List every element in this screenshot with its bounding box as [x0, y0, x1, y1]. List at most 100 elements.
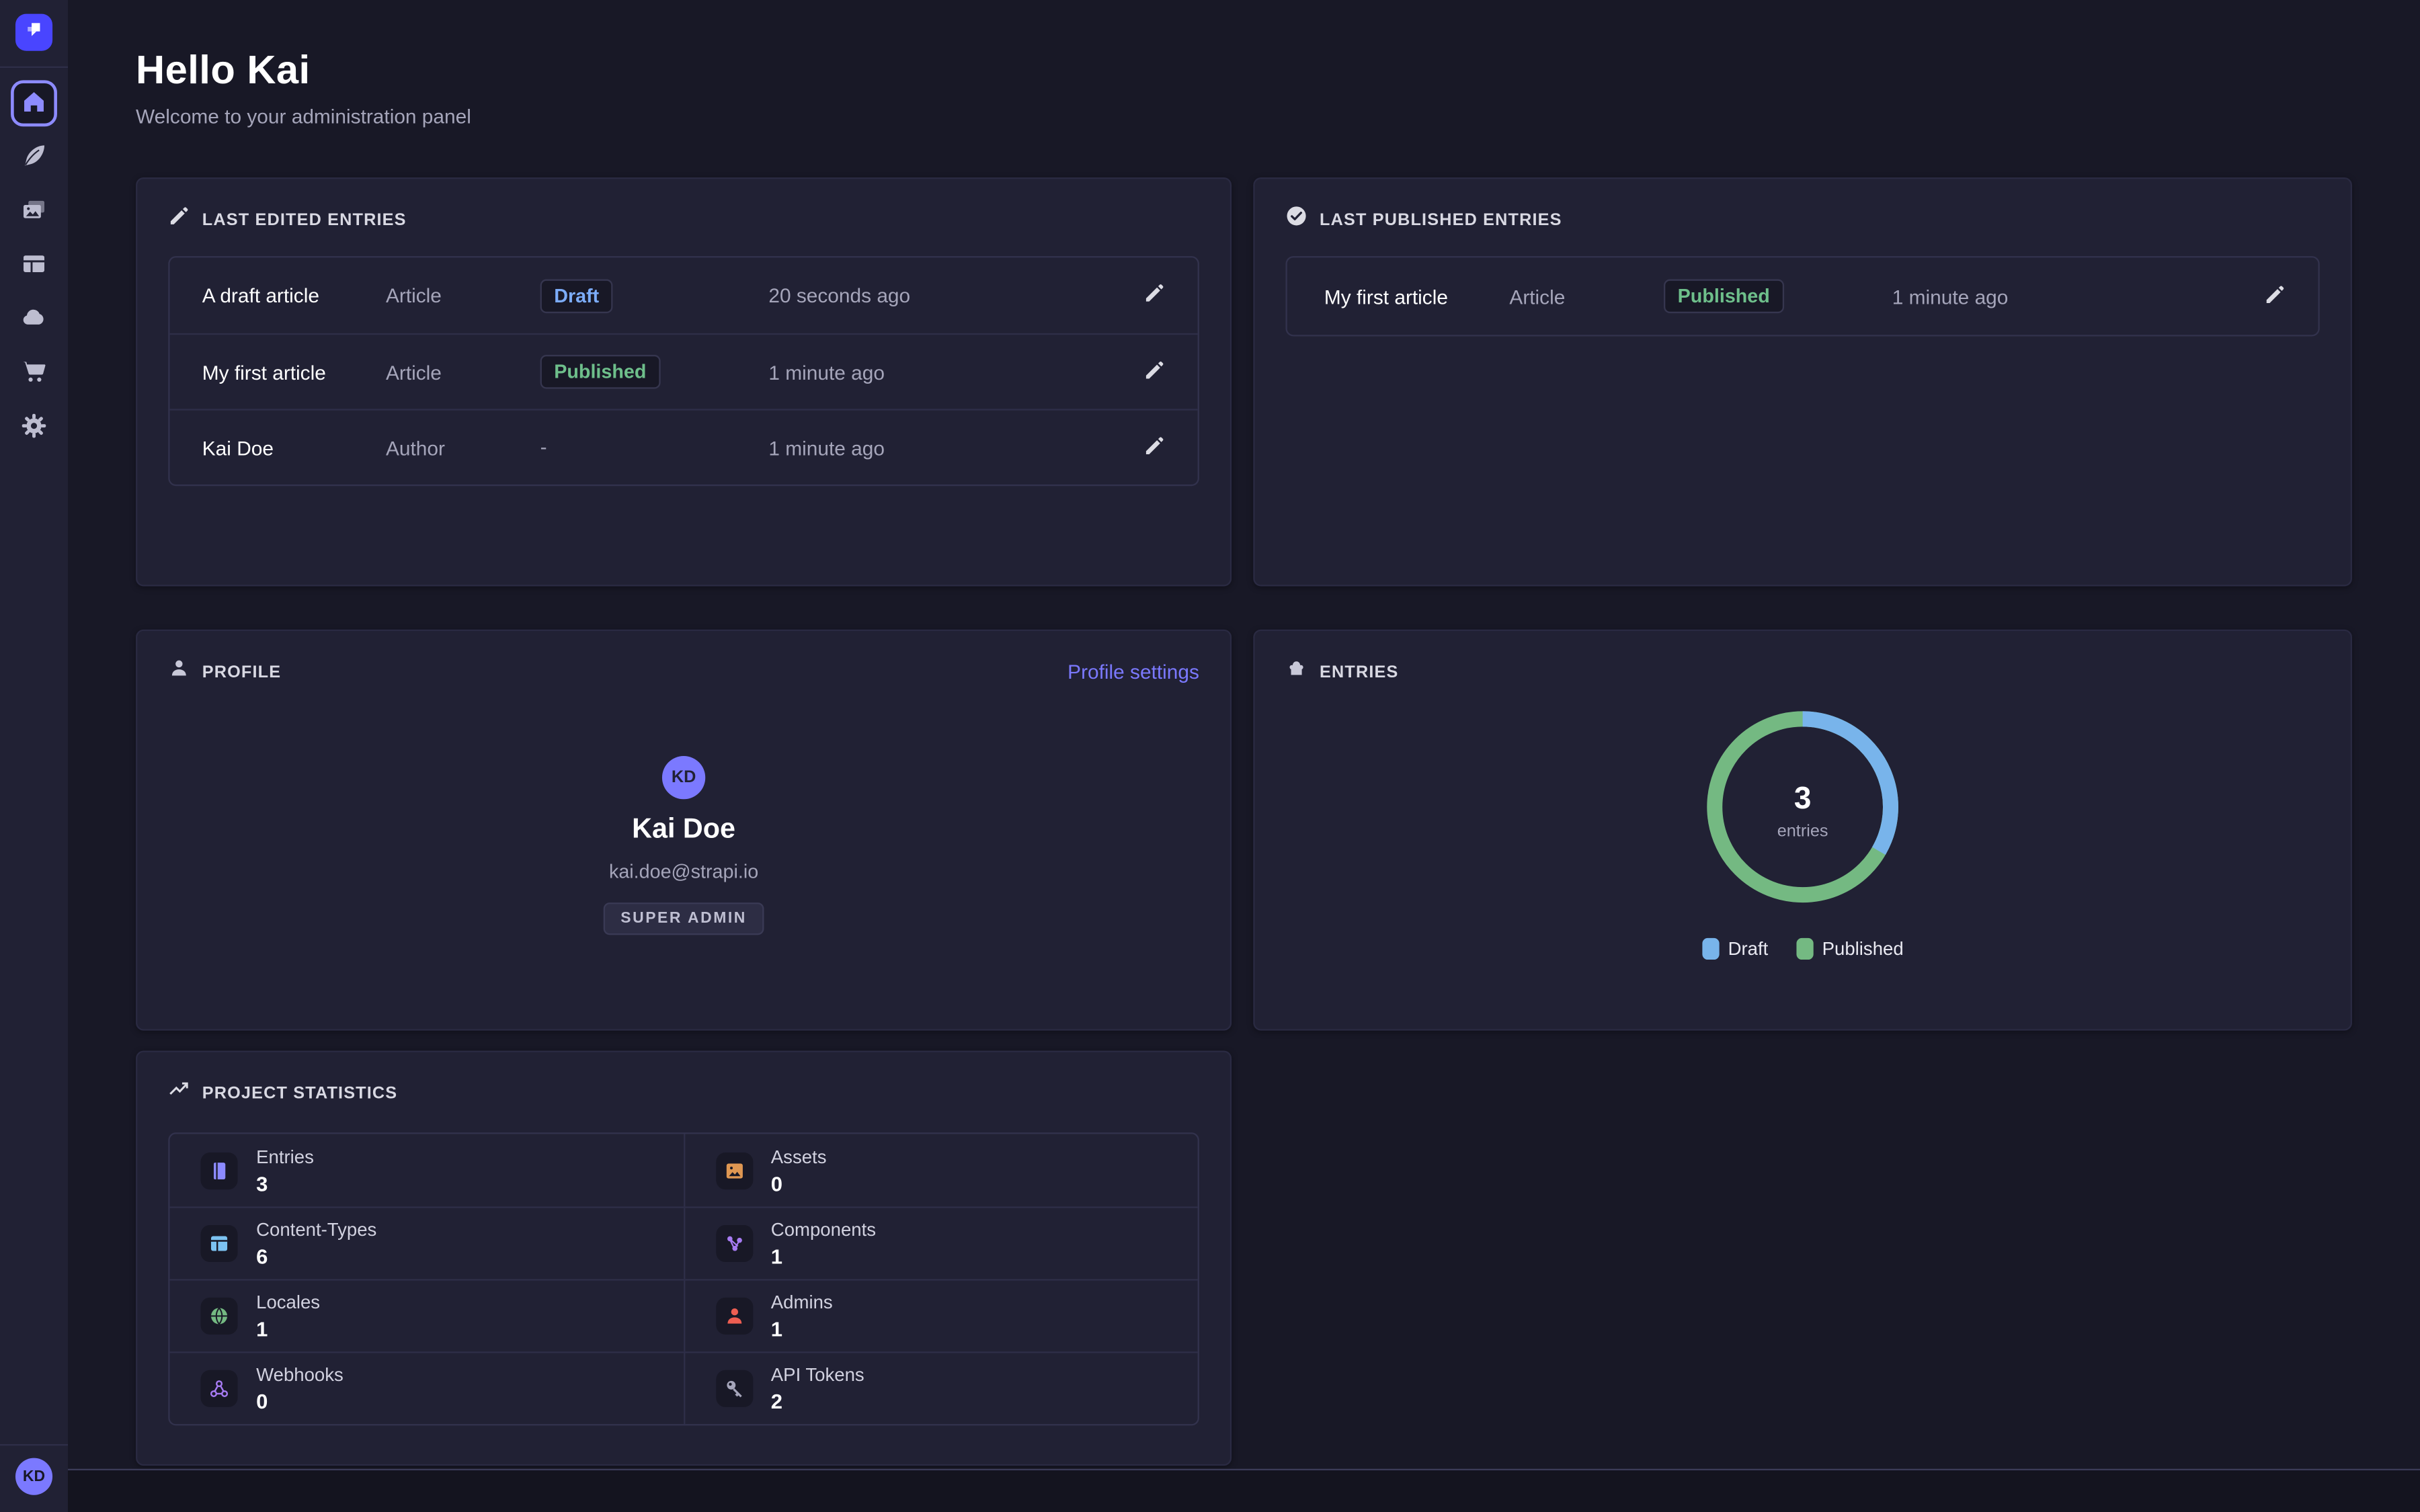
cloud-icon	[20, 303, 48, 335]
puzzle-icon	[1285, 657, 1307, 687]
globe-icon	[200, 1298, 237, 1335]
stat-value: 2	[771, 1390, 782, 1413]
stat-value: 1	[771, 1245, 782, 1268]
sidebar-item-marketplace[interactable]	[11, 350, 57, 396]
status-badge: Published	[540, 355, 660, 389]
legend-label: Published	[1822, 938, 1904, 960]
sidebar-item-home[interactable]	[11, 80, 57, 126]
stat-admins: Admins 1	[683, 1281, 1198, 1352]
edit-button[interactable]	[2264, 283, 2318, 309]
entry-time: 20 seconds ago	[768, 284, 1143, 306]
stat-label: Admins	[771, 1292, 833, 1313]
sidebar-item-settings[interactable]	[11, 405, 57, 451]
entry-title: My first article	[170, 360, 386, 383]
entry-time: 1 minute ago	[1892, 285, 2264, 308]
sidebar-item-media-library[interactable]	[11, 188, 57, 235]
entry-time: 1 minute ago	[768, 436, 1143, 459]
pictures-icon	[20, 195, 48, 227]
last-published-entries-card: LAST PUBLISHED ENTRIES My first article …	[1253, 177, 2352, 586]
stat-entries: Entries3	[170, 1134, 683, 1206]
entries-total-label: entries	[1777, 822, 1828, 841]
last-published-entries-table: My first article Article Published 1 min…	[1285, 256, 2319, 336]
legend-item-published: Published	[1796, 938, 1904, 960]
pencil-icon	[1143, 282, 1165, 308]
home-icon	[20, 87, 48, 120]
chart-legend: Draft Published	[1255, 938, 2351, 960]
stat-label: Components	[771, 1219, 876, 1241]
check-circle-icon	[1285, 205, 1307, 235]
pencil-icon	[1143, 359, 1165, 385]
stat-label: Assets	[771, 1146, 827, 1167]
table-row[interactable]: A draft article Article Draft 20 seconds…	[170, 257, 1198, 333]
app-viewport: KD Hello Kai Welcome to your administrat…	[0, 0, 2420, 1512]
status-empty: -	[540, 435, 547, 458]
profile-settings-link[interactable]: Profile settings	[1067, 661, 1199, 683]
page-header: Hello Kai Welcome to your administration…	[136, 46, 471, 128]
sidebar-item-content-type-builder[interactable]	[11, 242, 57, 288]
stat-label: Content-Types	[256, 1219, 376, 1241]
sidebar-divider-bottom	[0, 1444, 68, 1445]
statistics-row: Locales 1 Admins 1	[170, 1279, 1198, 1351]
page-subtitle: Welcome to your administration panel	[136, 105, 471, 128]
sidebar-item-strapi-cloud[interactable]	[11, 296, 57, 343]
draft-swatch	[1702, 938, 1719, 960]
horizontal-scrollbar[interactable]	[68, 1469, 2420, 1512]
card-header: LAST EDITED ENTRIES	[137, 179, 1230, 235]
entries-card: ENTRIES 3 entries Draft	[1253, 630, 2352, 1031]
layout-icon	[20, 249, 48, 282]
status-badge: Draft	[540, 278, 613, 312]
strapi-logo[interactable]	[15, 14, 52, 51]
stat-label: API Tokens	[771, 1364, 864, 1386]
legend-item-draft: Draft	[1702, 938, 1769, 960]
stat-value: 6	[256, 1245, 268, 1268]
user-avatar[interactable]: KD	[15, 1458, 52, 1495]
sidebar-nav	[9, 80, 58, 450]
profile-card: PROFILE Profile settings KD Kai Doe kai.…	[136, 630, 1232, 1031]
edit-button[interactable]	[1143, 282, 1197, 308]
entry-time: 1 minute ago	[768, 360, 1143, 383]
stat-value: 3	[256, 1172, 268, 1195]
edit-button[interactable]	[1143, 359, 1197, 385]
person-icon	[715, 1298, 752, 1335]
entry-type: Author	[386, 436, 540, 459]
entry-type: Article	[386, 284, 540, 306]
card-title: LAST PUBLISHED ENTRIES	[1320, 210, 1562, 229]
left-column: LAST EDITED ENTRIES A draft article Arti…	[136, 177, 1232, 1466]
table-row[interactable]: My first article Article Published 1 min…	[1287, 257, 2318, 335]
key-icon	[715, 1370, 752, 1407]
entry-title: A draft article	[170, 284, 386, 306]
table-row[interactable]: Kai Doe Author - 1 minute ago	[170, 409, 1198, 485]
card-title: PROJECT STATISTICS	[202, 1084, 398, 1103]
stat-webhooks: Webhooks 0	[170, 1353, 683, 1425]
stat-label: Webhooks	[256, 1364, 344, 1386]
card-header: PROJECT STATISTICS	[137, 1052, 1230, 1108]
published-swatch	[1796, 938, 1813, 960]
picture-icon	[715, 1152, 752, 1189]
stat-value: 0	[256, 1390, 268, 1413]
card-header: ENTRIES	[1255, 631, 2351, 687]
sidebar-divider-top	[0, 67, 68, 68]
cart-icon	[20, 358, 48, 390]
card-title: LAST EDITED ENTRIES	[202, 210, 407, 229]
donut-center: 3 entries	[1702, 707, 1902, 915]
entries-total: 3	[1794, 782, 1812, 817]
edit-button[interactable]	[1143, 434, 1197, 460]
entry-title: Kai Doe	[170, 436, 386, 459]
sidebar: KD	[0, 0, 68, 1512]
sidebar-item-content-manager[interactable]	[11, 134, 57, 181]
stat-label: Locales	[256, 1292, 320, 1313]
pencil-icon	[168, 205, 190, 235]
book-icon	[200, 1152, 237, 1189]
table-row[interactable]: My first article Article Published 1 min…	[170, 333, 1198, 409]
strapi-logo-icon	[20, 15, 48, 50]
stat-assets: Assets0	[683, 1134, 1198, 1206]
avatar: KD	[662, 756, 705, 799]
entries-donut-chart: 3 entries	[1702, 707, 1902, 915]
trending-up-icon	[168, 1079, 190, 1108]
entry-title: My first article	[1287, 285, 1510, 308]
stat-value: 1	[771, 1318, 782, 1341]
stat-components: Components 1	[683, 1208, 1198, 1279]
card-header: PROFILE Profile settings	[137, 631, 1230, 687]
profile-body: KD Kai Doe kai.doe@strapi.io SUPER ADMIN	[137, 687, 1230, 935]
last-edited-entries-table: A draft article Article Draft 20 seconds…	[168, 256, 1199, 486]
